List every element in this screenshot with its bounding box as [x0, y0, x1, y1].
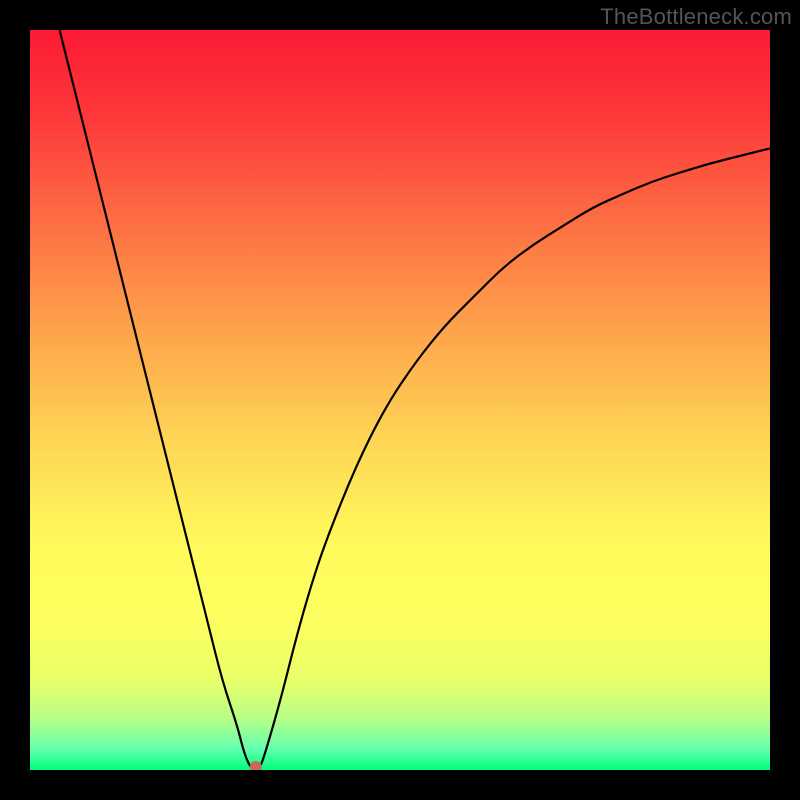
plot-area [30, 30, 770, 770]
gradient-background [30, 30, 770, 770]
bottleneck-chart: TheBottleneck.com [0, 0, 800, 800]
watermark-text: TheBottleneck.com [600, 4, 792, 30]
